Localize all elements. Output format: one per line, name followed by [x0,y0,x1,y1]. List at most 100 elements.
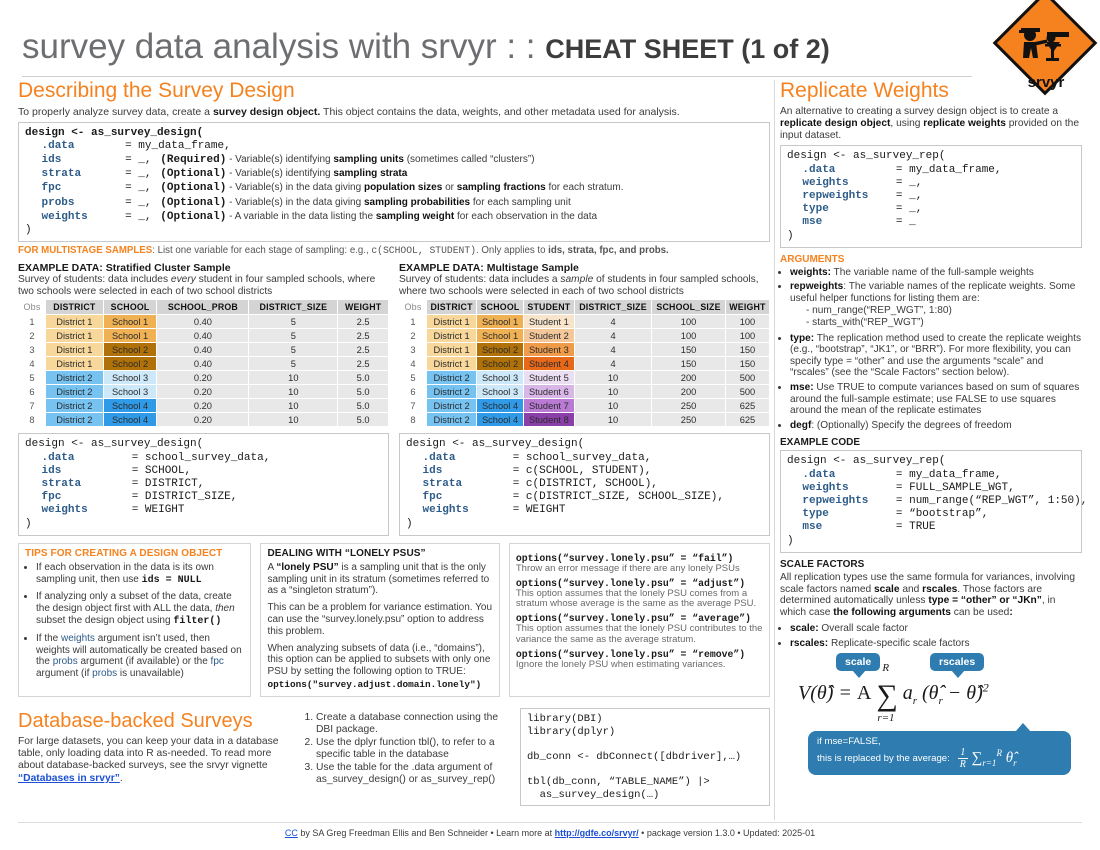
lonely-psu-box: DEALING WITH “LONELY PSUS” A “lonely PSU… [260,542,500,697]
cell-weight: 150 [724,342,771,358]
cell-school-prob: 0.40 [156,328,250,344]
stratified-table-body: 1 District 1 School 1 0.40 5 2.5 2 District 1 Sc… [18,314,389,428]
cell-obs: 1 [18,314,46,330]
table-row: 3 District 1 School 2 0.40 5 2.5 [18,342,389,358]
bubble-scale: scale [836,653,881,679]
database-step: Use the table for the .data argument of … [316,762,510,786]
cell-district: District 1 [45,314,104,330]
mse-note-line1: if mse=FALSE, [817,736,881,748]
sum-upper-limit: R [882,662,890,675]
cell-district: District 2 [45,412,104,428]
cell-district: District 2 [45,398,104,414]
cell-district: District 1 [425,342,478,358]
database-code-wrap: library(DBI) library(dplyr) db_conn <- d… [520,708,770,807]
cell-obs: 1 [399,314,427,330]
cell-school-size: 100 [651,328,726,344]
database-section: Database-backed Surveys For large datase… [18,708,770,807]
tips-design-object-box: TIPS FOR CREATING A DESIGN OBJECT If eac… [18,542,252,697]
col-obs: Obs [18,299,46,316]
srvyr-url-link[interactable]: http://gdfe.co/srvyr/ [555,828,639,838]
cell-school-size: 250 [651,412,726,428]
option-code: options(“survey.lonely.psu” = “adjust”) [515,577,746,589]
cell-weight: 2.5 [337,356,389,372]
database-step: Use the dplyr function tbl(), to refer t… [316,737,510,761]
table-row: 6 District 2 School 3 Student 6 10 200 500 [399,384,771,400]
cell-student: Student 6 [522,384,575,400]
cell-obs: 7 [399,398,427,414]
cell-district-size: 5 [248,342,339,358]
surveyor-transit-icon [1018,24,1074,68]
scale-factors-text: All replication types use the same formu… [780,571,1076,619]
table-header-row: Obs DISTRICT SCHOOL STUDENT DISTRICT_SIZ… [399,299,771,316]
arguments-list: weights: The variable name of the full-s… [780,267,1082,432]
example-stratified-subtitle: Survey of students: data includes every … [18,274,376,297]
example-stratified-heading: EXAMPLE DATA: Stratified Cluster Sample [18,262,231,275]
lonely-psu-para-2: This can be a problem for variance estim… [267,602,493,637]
cell-student: Student 1 [522,314,575,330]
cell-school: School 4 [476,412,524,428]
cell-district: District 1 [425,328,478,344]
scale-bullet: rscales: Replicate-specific scale factor… [790,638,1082,650]
cell-district-size: 4 [573,342,653,358]
scale-bullet: scale: Overall scale factor [790,623,1082,635]
cell-obs: 6 [399,384,427,400]
example-multistage-block: EXAMPLE DATA: Multistage Sample Survey o… [399,262,771,428]
cell-school-prob: 0.40 [156,314,250,330]
table-row: 8 District 2 School 4 Student 8 10 250 625 [399,412,771,428]
col-district: DISTRICT [425,299,478,316]
cell-school-prob: 0.20 [156,384,250,400]
table-row: 5 District 2 School 3 Student 5 10 200 500 [399,370,771,386]
page-header: survey data analysis with srvyr : : CHEA… [22,22,1022,72]
table-row: 8 District 2 School 4 0.20 10 5.0 [18,412,389,428]
multistage-note: FOR MULTISTAGE SAMPLES: List one variabl… [18,245,669,257]
cell-district-size: 4 [573,328,653,344]
multistage-design-code: design <- as_survey_design( .data = schoo… [399,433,770,536]
col-student: STUDENT [522,299,575,316]
table-row: 5 District 2 School 3 0.20 10 5.0 [18,370,389,386]
cell-school: School 2 [102,342,158,358]
table-row: 1 District 1 School 1 0.40 5 2.5 [18,314,389,330]
option-desc: This option assumes that the lonely PSU … [515,623,763,645]
table-row: 7 District 2 School 4 Student 7 10 250 625 [399,398,771,414]
table-row: 2 District 1 School 1 Student 2 4 100 100 [399,328,771,344]
cc-license-link[interactable]: CC [285,828,298,838]
argument-item: weights: The variable name of the full-s… [790,267,1082,279]
cell-obs: 2 [399,328,427,344]
database-heading: Database-backed Surveys [18,710,253,732]
cell-weight: 100 [724,328,771,344]
variance-equation: V(θ̂) = A R ∑ r=1 ar (θ̂r − θ̂)2 [798,662,989,725]
cell-district-size: 4 [573,356,653,372]
databases-in-srvyr-link[interactable]: “Databases in srvyr” [18,773,120,784]
variance-formula-diagram: scale rscales V(θ̂) = A R ∑ r=1 ar (θ̂r … [780,653,1082,776]
cell-obs: 8 [18,412,46,428]
cell-district: District 1 [425,356,478,372]
argument-item: mse: Use TRUE to compute variances based… [790,382,1082,417]
cell-student: Student 3 [522,342,575,358]
right-column: Replicate Weights An alternative to crea… [780,78,1087,776]
section-heading-replicate-weights: Replicate Weights [780,79,949,102]
example-multistage-subtitle: Survey of students: data includes a samp… [399,274,759,297]
cell-school: School 3 [102,370,158,386]
cell-weight: 100 [724,314,771,330]
database-row: Database-backed Surveys For large datase… [18,708,770,807]
col-obs: Obs [399,299,427,316]
cell-school-prob: 0.20 [156,370,250,386]
cell-district: District 2 [425,384,478,400]
cell-school: School 4 [102,412,158,428]
cell-school-size: 100 [651,314,726,330]
helper-fn: - num_range(“REP_WGT”, 1:80) [806,304,952,316]
example-code-heading: EXAMPLE CODE [780,437,861,449]
cell-school: School 1 [102,328,158,344]
table-row: 4 District 1 School 2 0.40 5 2.5 [18,356,389,372]
header-rule [22,76,972,77]
cell-student: Student 4 [522,356,575,372]
lonely-psu-code: options("survey.adjust.domain.lonely") [267,678,482,690]
cell-school-size: 200 [651,384,726,400]
surveyor-svg [1019,28,1069,61]
cell-student: Student 8 [522,412,575,428]
design-code-block: design <- as_survey_design( .data = my_da… [18,121,770,243]
multistage-table-body: 1 District 1 School 1 Student 1 4 100 100 2 Dist… [399,314,771,428]
cell-weight: 150 [724,356,771,372]
example-multistage-heading: EXAMPLE DATA: Multistage Sample [399,262,579,275]
replicate-example-code-block: design <- as_survey_rep( .data = my_data_… [780,450,1087,553]
